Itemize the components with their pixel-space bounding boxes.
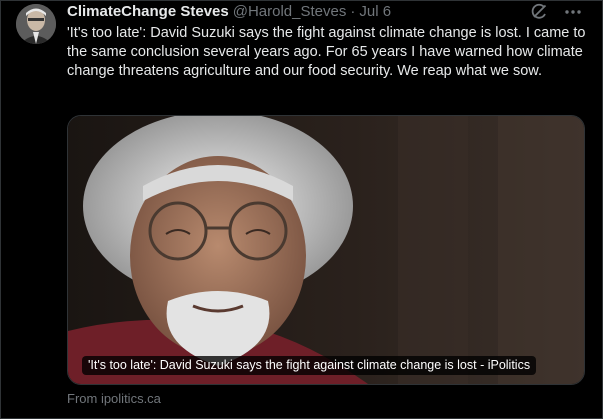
card-caption: 'It's too late': David Suzuki says the f…: [82, 356, 537, 375]
tweet-actions-top: [529, 2, 583, 22]
card-source[interactable]: From ipolitics.ca: [67, 391, 161, 406]
tweet-header: ClimateChange Steves @Harold_Steves · Jul 6: [67, 3, 391, 21]
avatar[interactable]: [16, 4, 56, 44]
user-handle[interactable]: @Harold_Steves: [233, 3, 347, 20]
tweet-date[interactable]: Jul 6: [359, 3, 391, 20]
link-card[interactable]: 'It's too late': David Suzuki says the f…: [67, 115, 585, 385]
more-icon[interactable]: [563, 2, 583, 22]
card-image: [68, 116, 584, 384]
tweet-text: 'It's too late': David Suzuki says the f…: [67, 25, 586, 79]
grok-icon[interactable]: [529, 2, 549, 22]
display-name[interactable]: ClimateChange Steves: [67, 3, 229, 20]
avatar-image: [16, 4, 56, 44]
separator-dot: ·: [350, 3, 356, 20]
